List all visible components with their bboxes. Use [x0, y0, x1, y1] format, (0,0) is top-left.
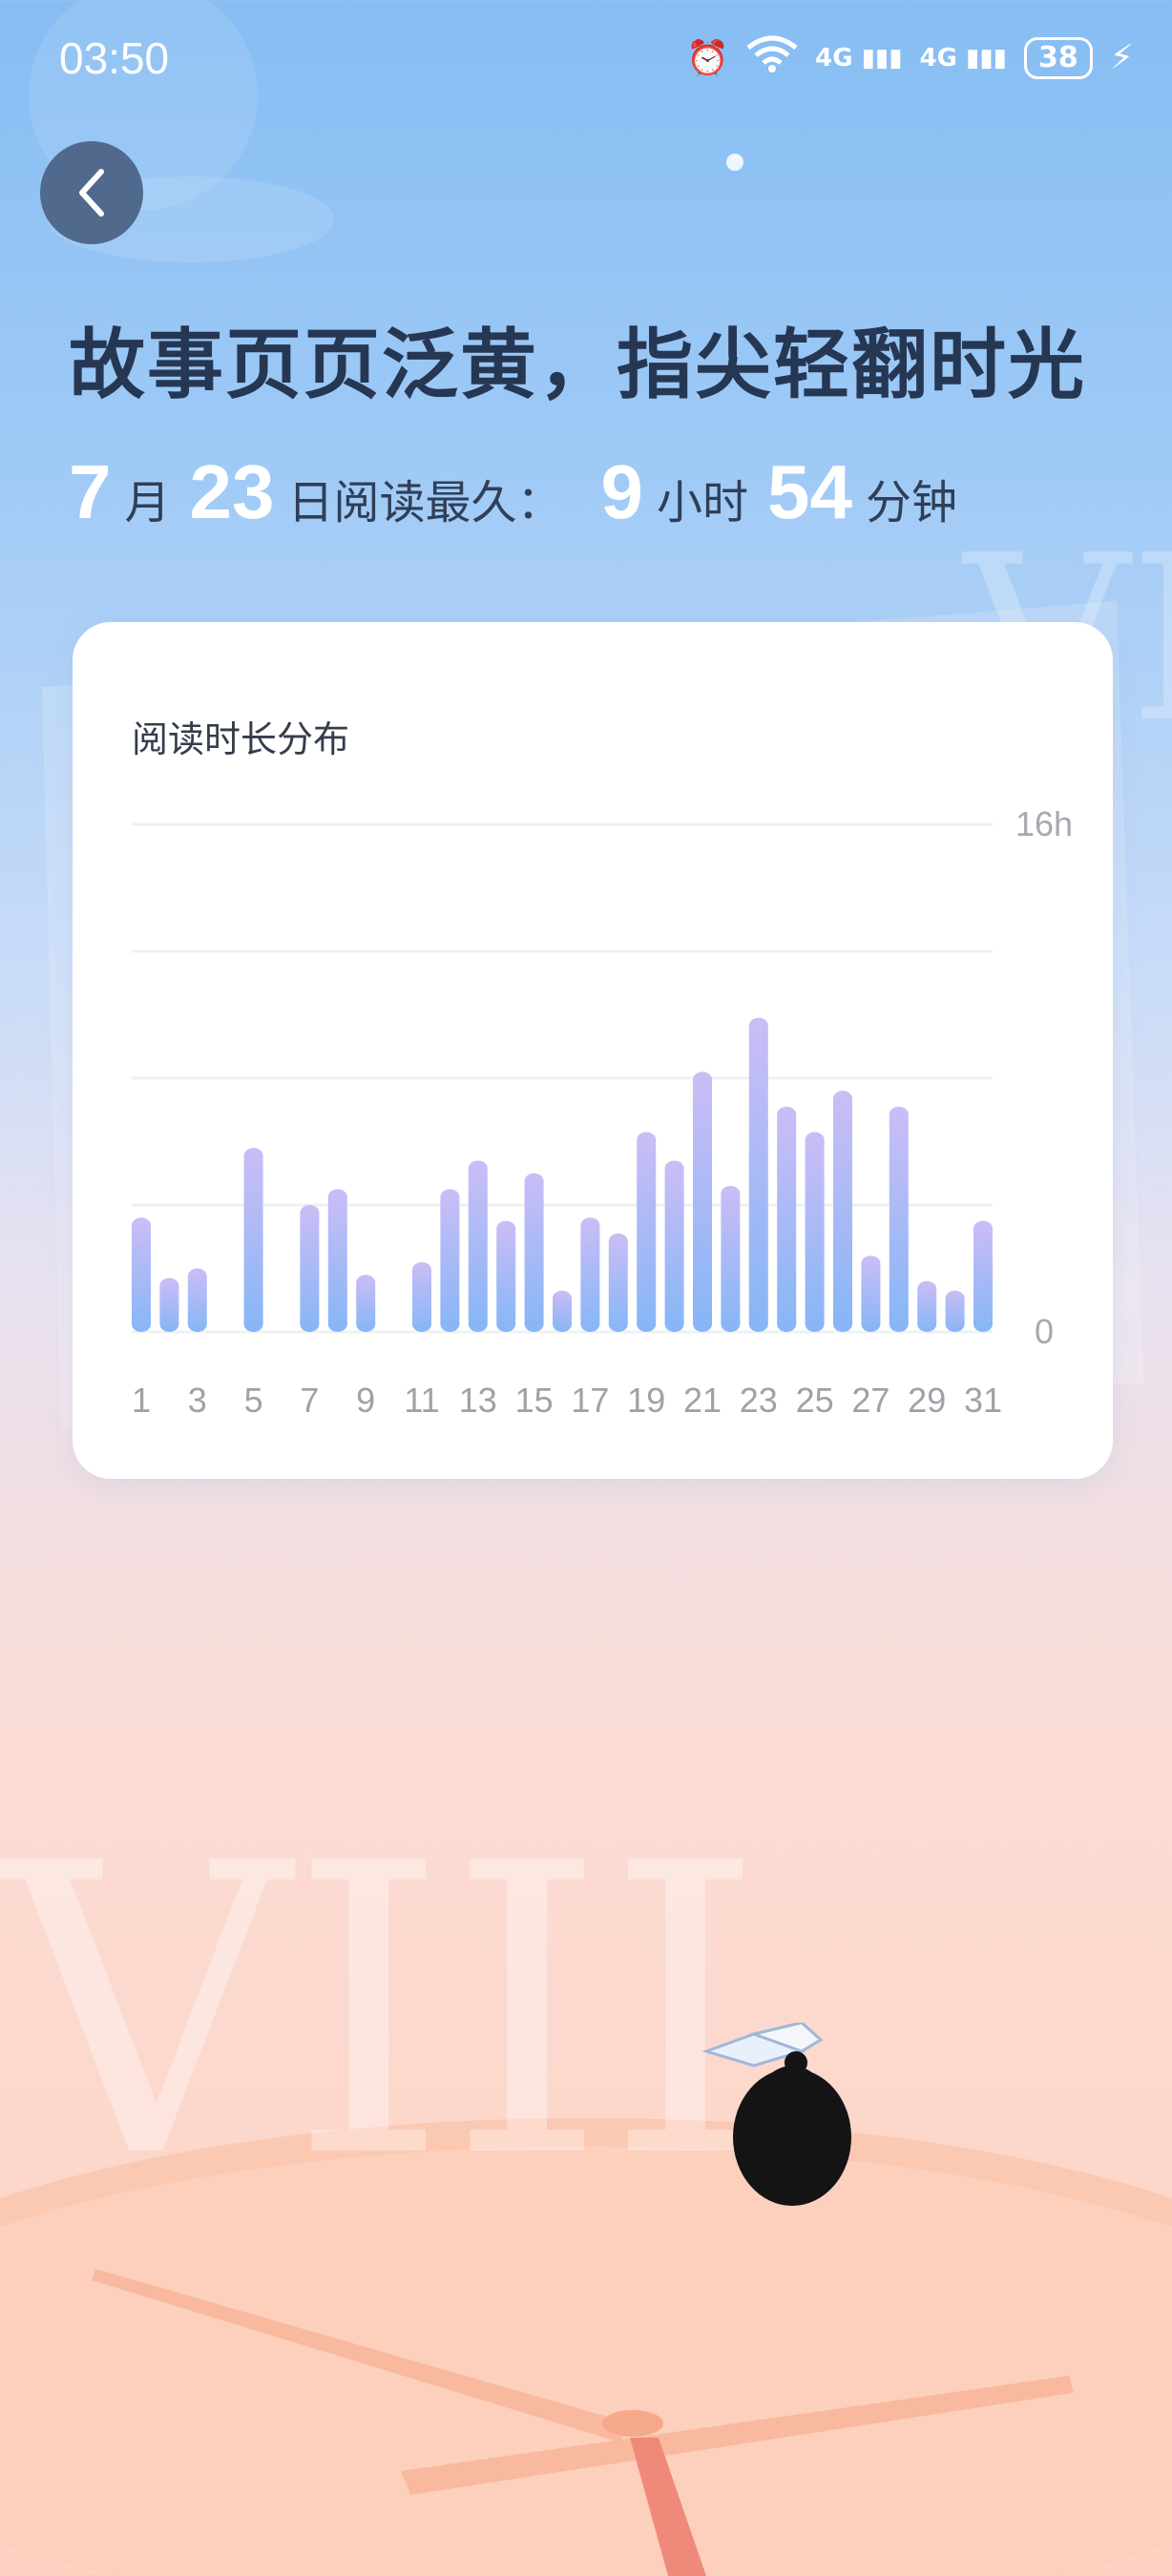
minutes-unit: 分钟 [866, 476, 958, 530]
chart-bar-day-15 [524, 1173, 544, 1332]
alarm-icon: ⏰ [686, 38, 730, 78]
chart-bar-day-9 [356, 1275, 376, 1332]
page-headline: 故事页页泛黄，指尖轻翻时光 [69, 320, 1086, 409]
chart-bar-day-22 [721, 1186, 741, 1332]
back-button[interactable] [40, 141, 143, 244]
x-tick-label: 1 [132, 1381, 151, 1420]
day-unit: 日阅读最久： [287, 476, 563, 530]
chart-bar-day-7 [300, 1205, 320, 1332]
chart-bar-day-12 [440, 1189, 460, 1332]
x-tick-label: 17 [571, 1381, 609, 1420]
x-tick-label: 27 [851, 1381, 889, 1420]
x-tick-label: 31 [964, 1381, 1002, 1420]
signal-4g-icon-2: 4G ▮▮▮ [919, 43, 1007, 73]
chart-bar-day-18 [608, 1233, 628, 1332]
reading-duration-card: 阅读时长分布 1 3 5 7 9 11 13 15 17 19 21 23 25 27 29 31 16h 0 [73, 622, 1113, 1479]
x-tick-label: 23 [740, 1381, 778, 1420]
chart-bar-day-3 [187, 1268, 207, 1332]
chart-bar-day-23 [748, 1017, 768, 1332]
x-tick-label: 19 [627, 1381, 665, 1420]
chart-bar-day-31 [973, 1220, 993, 1332]
y-tick-label-min: 0 [1035, 1312, 1054, 1351]
x-tick-label: 3 [188, 1381, 207, 1420]
chevron-left-icon [79, 169, 104, 217]
chart-bar-day-13 [468, 1160, 488, 1332]
chart-bar-day-19 [637, 1132, 657, 1332]
charging-icon: ⚡ [1109, 38, 1134, 77]
chart-bar-day-17 [580, 1217, 600, 1332]
x-tick-label: 7 [300, 1381, 319, 1420]
x-tick-label: 9 [356, 1381, 375, 1420]
chart-bar-day-21 [693, 1071, 712, 1332]
x-tick-label: 29 [908, 1381, 946, 1420]
reading-duration-chart: 1 3 5 7 9 11 13 15 17 19 21 23 25 27 29 31 16h0 [132, 804, 1073, 1420]
chart-bar-day-11 [412, 1261, 431, 1332]
status-icons: ⏰ 4G ▮▮▮ 4G ▮▮▮ 38 ⚡ [686, 34, 1134, 81]
chart-bar-day-26 [833, 1091, 852, 1332]
chart-bar-day-30 [945, 1290, 965, 1332]
x-tick-label: 11 [404, 1381, 439, 1420]
x-tick-label: 15 [515, 1381, 554, 1420]
chart-bar-day-14 [496, 1220, 516, 1332]
chart-bar-day-28 [889, 1106, 909, 1332]
y-tick-label-max: 16h [1015, 804, 1073, 843]
roman-numeral-decoration: VIII [0, 1779, 765, 2246]
day-value: 23 [189, 449, 275, 534]
x-tick-label: 13 [459, 1381, 497, 1420]
chart-bar-day-20 [664, 1160, 684, 1332]
month-value: 7 [69, 449, 112, 534]
longest-reading-summary: 7 月 23 日阅读最久： 9 小时 54 分钟 [69, 448, 995, 536]
chart-bar-day-8 [327, 1189, 347, 1332]
chart-bar-day-16 [553, 1290, 572, 1332]
chart-bar-day-25 [805, 1132, 825, 1332]
x-tick-label: 5 [244, 1381, 263, 1420]
wifi-icon [746, 34, 798, 81]
hours-value: 9 [600, 449, 644, 534]
chart-bar-day-24 [777, 1106, 797, 1332]
status-time: 03:50 [59, 33, 170, 83]
chart-bar-day-27 [861, 1256, 881, 1332]
chart-bar-day-5 [243, 1148, 263, 1332]
battery-indicator: 38 [1023, 36, 1093, 79]
chart-bar-day-2 [159, 1278, 179, 1332]
status-bar: 03:50 ⏰ 4G ▮▮▮ 4G ▮▮▮ 38 ⚡ [0, 0, 1172, 114]
chart-bar-day-29 [917, 1280, 937, 1332]
x-tick-label: 21 [683, 1381, 722, 1420]
signal-4g-icon: 4G ▮▮▮ [815, 43, 903, 73]
reading-mascot-illustration [701, 2023, 851, 2206]
chart-bar-day-1 [132, 1217, 151, 1332]
month-unit: 月 [124, 476, 171, 530]
minutes-value: 54 [767, 449, 853, 534]
x-tick-label: 25 [796, 1381, 834, 1420]
hours-unit: 小时 [657, 476, 749, 530]
